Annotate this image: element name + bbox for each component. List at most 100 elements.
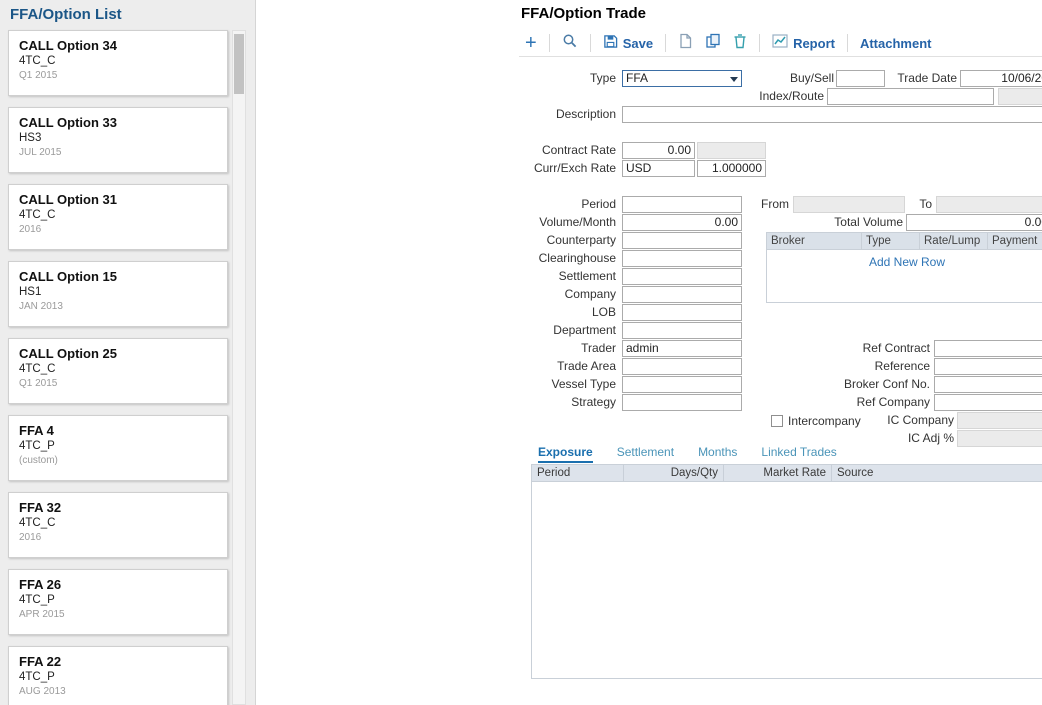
department-input[interactable] xyxy=(622,322,742,339)
broker-col-header: Broker xyxy=(767,233,862,249)
label-ic-company: IC Company xyxy=(866,412,954,429)
trade-date-input[interactable]: 10/06/20 xyxy=(960,70,1042,87)
sidebar-title: FFA/Option List xyxy=(10,6,122,23)
attachment-label: Attachment xyxy=(860,36,932,51)
tab-bar: Exposure Settlement Months Linked Trades xyxy=(538,445,837,463)
exposure-col-header: Period xyxy=(532,465,624,481)
index-route-aux-field xyxy=(998,88,1042,105)
list-item[interactable]: FFA 32 4TC_C 2016 xyxy=(8,492,228,558)
lob-input[interactable] xyxy=(622,304,742,321)
list-item[interactable]: CALL Option 31 4TC_C 2016 xyxy=(8,184,228,250)
tab-exposure[interactable]: Exposure xyxy=(538,445,593,463)
list-item[interactable]: CALL Option 15 HS1 JAN 2013 xyxy=(8,261,228,327)
contract-rate-input[interactable]: 0.00 xyxy=(622,142,695,159)
label-vessel-type: Vessel Type xyxy=(486,376,616,393)
new-document-icon[interactable] xyxy=(678,33,693,54)
list-item-period: AUG 2013 xyxy=(19,686,217,697)
sidebar-scrollbar-thumb[interactable] xyxy=(234,34,244,94)
description-input[interactable] xyxy=(622,106,1042,123)
intercompany-checkbox[interactable] xyxy=(771,415,783,427)
label-total-volume: Total Volume xyxy=(816,214,903,231)
add-new-row-link[interactable]: Add New Row xyxy=(767,255,1042,269)
label-period: Period xyxy=(486,196,616,213)
trader-input[interactable]: admin xyxy=(622,340,742,357)
list-item-name: CALL Option 34 xyxy=(19,38,217,53)
save-button[interactable]: Save xyxy=(603,34,653,52)
list-item[interactable]: FFA 4 4TC_P (custom) xyxy=(8,415,228,481)
type-select[interactable]: FFA xyxy=(622,70,742,87)
list-item-period: 2016 xyxy=(19,532,217,543)
label-index-route: Index/Route xyxy=(736,88,824,105)
broker-conf-no-input[interactable] xyxy=(934,376,1042,393)
ref-company-input[interactable] xyxy=(934,394,1042,411)
label-ic-adj: IC Adj % xyxy=(866,430,954,447)
main-panel: FFA/Option Trade + Save xyxy=(256,0,1042,705)
label-trade-date: Trade Date xyxy=(884,70,957,87)
label-company: Company xyxy=(486,286,616,303)
vessel-type-input[interactable] xyxy=(622,376,742,393)
list-item-name: FFA 4 xyxy=(19,423,217,438)
exch-rate-input[interactable]: 1.000000 xyxy=(697,160,766,177)
ref-contract-input[interactable] xyxy=(934,340,1042,357)
list-item-period: JAN 2013 xyxy=(19,301,217,312)
list-item[interactable]: CALL Option 33 HS3 JUL 2015 xyxy=(8,107,228,173)
list-item-code: 4TC_C xyxy=(19,363,217,375)
list-item[interactable]: CALL Option 25 4TC_C Q1 2015 xyxy=(8,338,228,404)
settlement-input[interactable] xyxy=(622,268,742,285)
label-volume-month: Volume/Month xyxy=(486,214,616,231)
list-item-name: CALL Option 33 xyxy=(19,115,217,130)
buy-sell-input[interactable] xyxy=(836,70,885,87)
sidebar-scrollbar[interactable] xyxy=(232,30,246,705)
attachment-button[interactable]: Attachment xyxy=(860,36,932,51)
report-icon xyxy=(772,34,788,52)
ic-company-field xyxy=(957,412,1042,429)
list-item-code: 4TC_C xyxy=(19,517,217,529)
list-item-period: 2016 xyxy=(19,224,217,235)
list-item-code: HS1 xyxy=(19,286,217,298)
report-label: Report xyxy=(793,36,835,51)
list-item[interactable]: CALL Option 34 4TC_C Q1 2015 xyxy=(8,30,228,96)
index-route-input[interactable] xyxy=(827,88,994,105)
label-strategy: Strategy xyxy=(486,394,616,411)
counterparty-input[interactable] xyxy=(622,232,742,249)
delete-icon[interactable] xyxy=(733,33,747,54)
list-item-code: 4TC_C xyxy=(19,209,217,221)
label-intercompany: Intercompany xyxy=(788,413,868,430)
list-item[interactable]: FFA 26 4TC_P APR 2015 xyxy=(8,569,228,635)
list-item-code: 4TC_P xyxy=(19,671,217,683)
currency-input[interactable]: USD xyxy=(622,160,695,177)
report-button[interactable]: Report xyxy=(772,34,835,52)
from-field xyxy=(793,196,905,213)
copy-icon[interactable] xyxy=(705,33,721,54)
company-input[interactable] xyxy=(622,286,742,303)
toolbar-separator xyxy=(759,34,760,52)
label-department: Department xyxy=(486,322,616,339)
search-icon[interactable] xyxy=(562,33,578,54)
clearinghouse-input[interactable] xyxy=(622,250,742,267)
strategy-input[interactable] xyxy=(622,394,742,411)
label-trader: Trader xyxy=(486,340,616,357)
label-ref-company: Ref Company xyxy=(846,394,930,411)
sidebar: FFA/Option List CALL Option 34 4TC_C Q1 … xyxy=(0,0,256,705)
period-input[interactable] xyxy=(622,196,742,213)
list-item-name: FFA 32 xyxy=(19,500,217,515)
add-button[interactable]: + xyxy=(525,34,537,52)
list-item-name: CALL Option 15 xyxy=(19,269,217,284)
list-item[interactable]: FFA 22 4TC_P AUG 2013 xyxy=(8,646,228,705)
list-item-period: (custom) xyxy=(19,455,217,466)
tab-settlement[interactable]: Settlement xyxy=(617,445,674,463)
type-value: FFA xyxy=(626,71,648,85)
label-ref-contract: Ref Contract xyxy=(846,340,930,357)
tab-linked-trades[interactable]: Linked Trades xyxy=(761,445,836,463)
exposure-col-header: Days/Qty xyxy=(624,465,724,481)
volume-month-input[interactable]: 0.00 xyxy=(622,214,742,231)
tab-months[interactable]: Months xyxy=(698,445,737,463)
label-trade-area: Trade Area xyxy=(486,358,616,375)
trade-area-input[interactable] xyxy=(622,358,742,375)
reference-input[interactable] xyxy=(934,358,1042,375)
toolbar-separator xyxy=(847,34,848,52)
broker-col-header: Type xyxy=(862,233,920,249)
label-type: Type xyxy=(486,70,616,87)
total-volume-input[interactable]: 0.00 xyxy=(906,214,1042,231)
broker-table: Broker Type Rate/Lump Payment Add New Ro… xyxy=(766,232,1042,303)
